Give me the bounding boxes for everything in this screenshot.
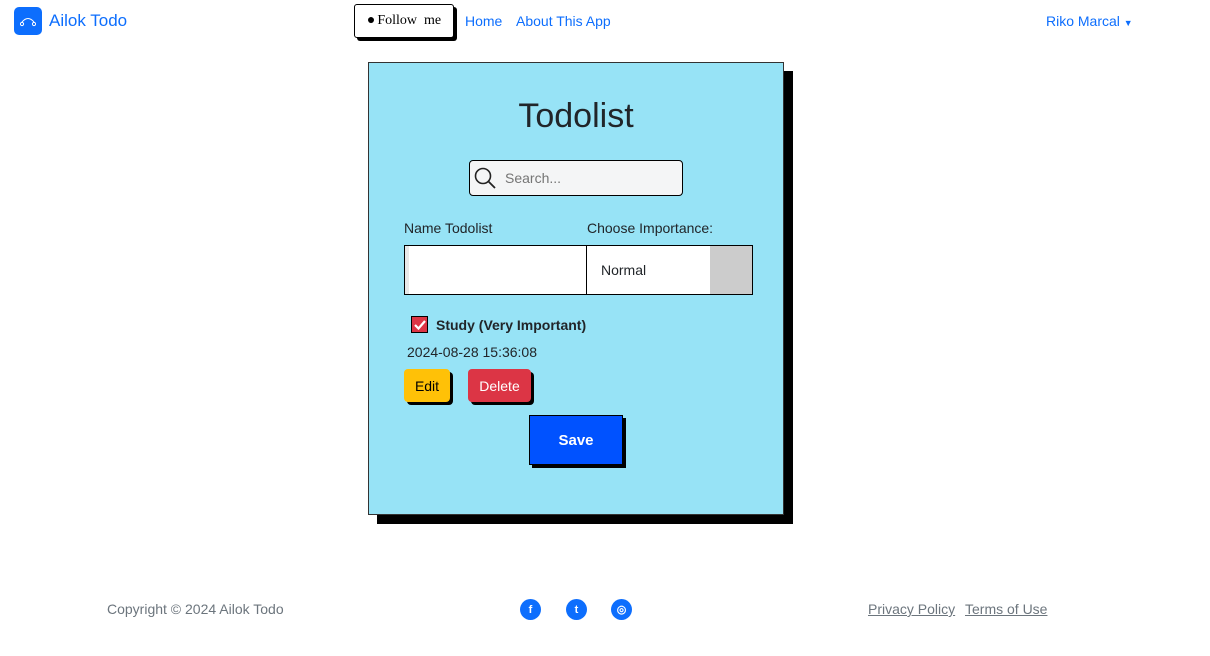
search-icon bbox=[474, 167, 496, 189]
nav-home[interactable]: Home bbox=[465, 13, 502, 29]
todo-card: Todolist Name Todolist Choose Importance… bbox=[368, 62, 784, 515]
bezier-icon bbox=[14, 7, 42, 35]
caret-down-icon: ▼ bbox=[1123, 18, 1133, 28]
privacy-policy-link[interactable]: Privacy Policy bbox=[868, 601, 955, 617]
todo-text: Study (Very Important) bbox=[436, 316, 587, 333]
terms-link[interactable]: Terms of Use bbox=[965, 601, 1047, 617]
page-title: Todolist bbox=[518, 97, 634, 135]
todo-item: Study (Very Important) bbox=[411, 316, 586, 333]
twitter-icon[interactable]: t bbox=[566, 599, 587, 620]
brand-name: Ailok Todo bbox=[49, 11, 128, 30]
todo-date: 2024-08-28 15:36:08 bbox=[407, 344, 537, 360]
save-button[interactable]: Save bbox=[529, 415, 623, 465]
name-label: Name Todolist bbox=[404, 220, 493, 236]
facebook-icon[interactable]: f bbox=[520, 599, 541, 620]
github-icon: ● bbox=[366, 13, 376, 28]
search-input[interactable] bbox=[505, 170, 665, 186]
follow-me-button[interactable]: ● Follow me bbox=[354, 4, 454, 38]
importance-select[interactable]: Normal bbox=[587, 246, 752, 294]
done-checkbox[interactable] bbox=[411, 316, 428, 333]
select-arrow bbox=[710, 246, 752, 294]
importance-label: Choose Importance: bbox=[587, 220, 714, 236]
edit-button[interactable]: Edit bbox=[404, 369, 450, 402]
user-dropdown[interactable]: Riko Marcal ▼ bbox=[1046, 13, 1133, 29]
brand-link[interactable]: Ailok Todo bbox=[14, 7, 127, 35]
check-icon bbox=[413, 319, 426, 330]
name-input[interactable] bbox=[405, 246, 587, 294]
delete-button[interactable]: Delete bbox=[468, 369, 531, 402]
nav-about[interactable]: About This App bbox=[516, 13, 611, 29]
search-box[interactable] bbox=[469, 160, 683, 196]
instagram-icon[interactable]: ◎ bbox=[611, 599, 632, 620]
copyright: Copyright © 2024 Ailok Todo bbox=[107, 601, 284, 617]
